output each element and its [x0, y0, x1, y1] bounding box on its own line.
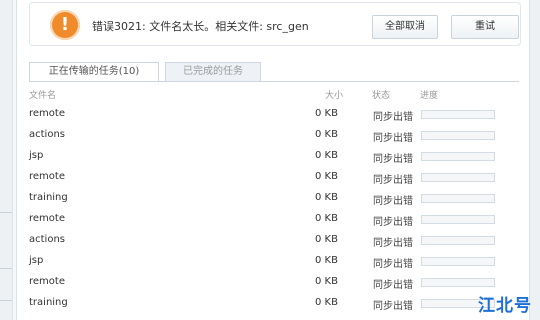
- file-size: 0 KB: [315, 171, 338, 182]
- edge-divider: [0, 300, 12, 301]
- error-banner: ! 错误3021: 文件名太长。相关文件: src_gen 全部取消 重试: [29, 2, 521, 46]
- retry-button[interactable]: 重试: [451, 15, 519, 39]
- progress-bar: [421, 194, 495, 203]
- progress-bar: [421, 215, 495, 224]
- progress-bar: [421, 278, 495, 287]
- progress-bar: [421, 152, 495, 161]
- file-size: 0 KB: [315, 234, 338, 245]
- file-size: 0 KB: [315, 213, 338, 224]
- table-row[interactable]: training 0 KB 同步出错: [29, 188, 519, 209]
- sync-status: 同步出错: [373, 217, 413, 228]
- tab-divider: [29, 81, 519, 82]
- file-size: 0 KB: [315, 192, 338, 203]
- progress-bar: [421, 131, 495, 140]
- table-header: 文件名 大小 状态 进度: [29, 88, 519, 102]
- file-name: actions: [29, 234, 65, 245]
- sync-status: 同步出错: [373, 154, 413, 165]
- sync-status: 同步出错: [373, 175, 413, 186]
- tab-completed[interactable]: 已完成的任务: [165, 62, 261, 81]
- progress-bar: [421, 173, 495, 182]
- table-row[interactable]: remote 0 KB 同步出错: [29, 167, 519, 188]
- progress-bar: [421, 110, 495, 119]
- file-name: training: [29, 192, 68, 203]
- file-size: 0 KB: [315, 255, 338, 266]
- error-message: 错误3021: 文件名太长。相关文件: src_gen: [92, 20, 309, 33]
- sync-status: 同步出错: [373, 112, 413, 123]
- column-header-name[interactable]: 文件名: [29, 88, 56, 101]
- file-name: remote: [29, 171, 65, 182]
- column-header-progress[interactable]: 进度: [420, 88, 438, 101]
- table-row[interactable]: actions 0 KB 同步出错: [29, 125, 519, 146]
- table-row[interactable]: remote 0 KB 同步出错: [29, 272, 519, 293]
- sync-status: 同步出错: [373, 280, 413, 291]
- sync-status: 同步出错: [373, 301, 413, 312]
- left-window-edge: [0, 0, 13, 320]
- table-row[interactable]: remote 0 KB 同步出错: [29, 104, 519, 125]
- file-size: 0 KB: [315, 108, 338, 119]
- table-row[interactable]: jsp 0 KB 同步出错: [29, 146, 519, 167]
- task-list: remote 0 KB 同步出错 actions 0 KB 同步出错 jsp 0…: [29, 104, 519, 314]
- watermark-logo: 江北号: [478, 296, 532, 316]
- file-name: remote: [29, 276, 65, 287]
- sync-status: 同步出错: [373, 196, 413, 207]
- file-name: training: [29, 297, 68, 308]
- sync-status: 同步出错: [373, 238, 413, 249]
- column-header-status[interactable]: 状态: [372, 88, 390, 101]
- cancel-all-button[interactable]: 全部取消: [372, 15, 438, 39]
- table-row[interactable]: actions 0 KB 同步出错: [29, 230, 519, 251]
- file-size: 0 KB: [315, 276, 338, 287]
- file-name: actions: [29, 129, 65, 140]
- column-header-size[interactable]: 大小: [325, 88, 343, 101]
- sync-status: 同步出错: [373, 133, 413, 144]
- edge-divider: [0, 212, 12, 213]
- table-row[interactable]: jsp 0 KB 同步出错: [29, 251, 519, 272]
- file-name: remote: [29, 108, 65, 119]
- file-name: remote: [29, 213, 65, 224]
- file-size: 0 KB: [315, 297, 338, 308]
- file-size: 0 KB: [315, 150, 338, 161]
- progress-bar: [421, 257, 495, 266]
- tab-in-progress[interactable]: 正在传输的任务(10): [29, 62, 159, 82]
- transfer-panel: ! 错误3021: 文件名太长。相关文件: src_gen 全部取消 重试 正在…: [16, 0, 530, 320]
- sync-status: 同步出错: [373, 259, 413, 270]
- file-name: jsp: [29, 150, 44, 161]
- table-row[interactable]: training 0 KB 同步出错: [29, 293, 519, 314]
- file-size: 0 KB: [315, 129, 338, 140]
- file-name: jsp: [29, 255, 44, 266]
- progress-bar: [421, 236, 495, 245]
- exclamation-icon: !: [50, 10, 80, 40]
- edge-divider: [0, 268, 12, 269]
- table-row[interactable]: remote 0 KB 同步出错: [29, 209, 519, 230]
